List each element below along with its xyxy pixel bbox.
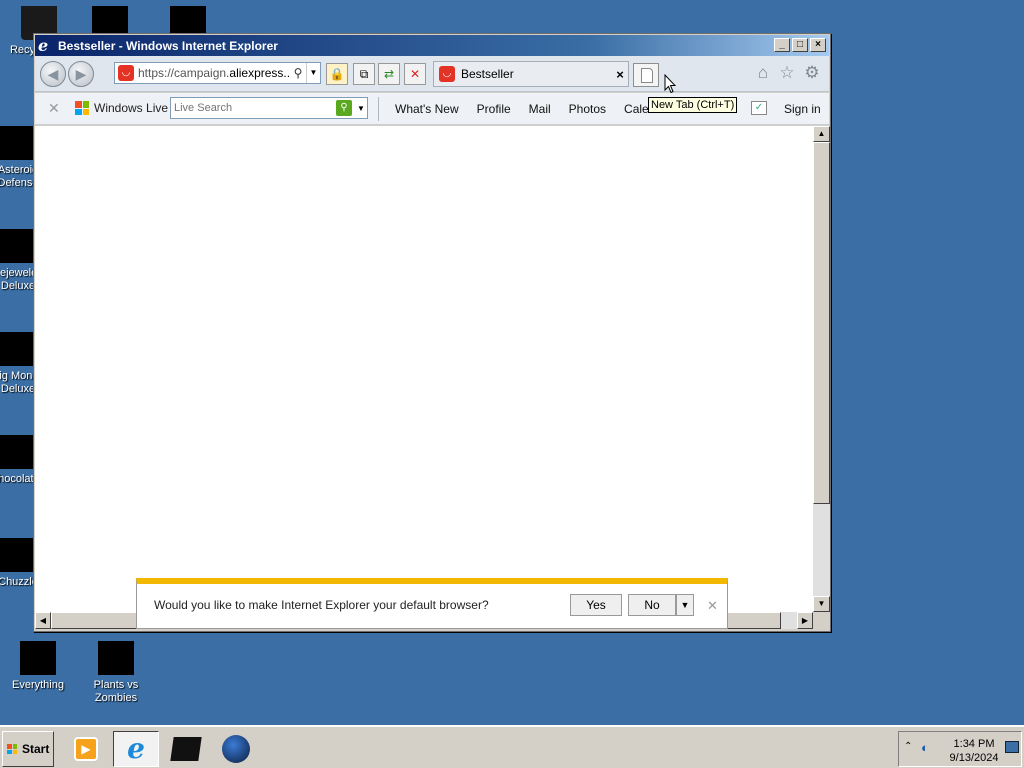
windows-logo-icon: [7, 744, 17, 754]
yes-button[interactable]: Yes: [570, 594, 622, 616]
taskbar-app-globe[interactable]: [213, 731, 259, 767]
taskbar-app-box[interactable]: [163, 731, 209, 767]
everything-icon: [20, 641, 56, 675]
new-tab-button[interactable]: [633, 63, 659, 87]
clock[interactable]: 1:34 PM 9/13/2024: [945, 737, 1003, 765]
home-icon[interactable]: ⌂: [753, 63, 773, 83]
desktop-icon-top-1[interactable]: [92, 6, 128, 34]
ie-logo-icon: e: [38, 35, 49, 55]
aliexpress-icon: ◡: [118, 65, 134, 81]
default-browser-notification: Would you like to make Internet Explorer…: [136, 578, 728, 629]
address-url: https://campaign.aliexpress...: [138, 66, 290, 80]
taskbar-media-player[interactable]: ▶: [63, 731, 109, 767]
system-tray: ⌃ ◐ 1:34 PM 9/13/2024: [898, 731, 1022, 767]
address-bar[interactable]: ◡ https://campaign.aliexpress... ⚲ ▼: [114, 62, 321, 84]
live-search-box[interactable]: ⚲ ▼: [170, 97, 368, 119]
taskbar-internet-explorer[interactable]: e: [113, 731, 159, 767]
live-links: What's New Profile Mail Photos Calendar: [395, 102, 691, 116]
checkmark-icon[interactable]: ✓: [751, 101, 767, 115]
navigation-bar: ◀ ▶ ◡ https://campaign.aliexpress... ⚲ ▼…: [35, 56, 829, 92]
toolbar-separator: [378, 97, 379, 121]
scroll-down-icon[interactable]: ▼: [813, 596, 830, 612]
plants-vs-zombies-icon: [98, 641, 134, 675]
title-bar[interactable]: e Bestseller - Windows Internet Explorer…: [35, 35, 829, 56]
page-content[interactable]: [35, 126, 813, 612]
compatibility-icon[interactable]: ⧉: [353, 63, 375, 85]
clock-date: 9/13/2024: [949, 752, 999, 764]
tab-title: Bestseller: [461, 67, 514, 81]
windows-flag-icon: [75, 101, 89, 115]
forward-button[interactable]: ▶: [68, 61, 94, 87]
show-desktop-icon[interactable]: [1005, 741, 1019, 753]
link-profile[interactable]: Profile: [477, 102, 511, 116]
search-icon[interactable]: ⚲: [290, 66, 306, 80]
internet-explorer-icon: e: [127, 732, 145, 765]
tab-close-button[interactable]: ×: [612, 67, 628, 82]
stop-icon[interactable]: ✕: [404, 63, 426, 85]
new-tab-tooltip: New Tab (Ctrl+T): [648, 97, 738, 113]
chocolatier-icon: [0, 435, 36, 469]
no-button[interactable]: No: [628, 594, 676, 616]
scroll-up-icon[interactable]: ▲: [813, 126, 830, 142]
media-player-icon: ▶: [74, 737, 98, 761]
minimize-button[interactable]: _: [774, 38, 790, 52]
tray-expand-icon[interactable]: ⌃: [904, 741, 912, 752]
globe-icon: [222, 735, 250, 763]
network-icon[interactable]: ◐: [921, 740, 929, 755]
gear-icon[interactable]: ⚙: [802, 63, 822, 83]
bejeweled-icon: [0, 229, 36, 263]
live-search-input[interactable]: [171, 102, 336, 114]
ie-window: e Bestseller - Windows Internet Explorer…: [33, 33, 831, 632]
box-app-icon: [170, 737, 202, 761]
toolbar-close-icon[interactable]: ✕: [48, 100, 60, 117]
desktop-icon-top-2[interactable]: [170, 6, 206, 34]
vertical-scroll-thumb[interactable]: [813, 142, 830, 504]
start-label: Start: [22, 742, 50, 756]
chuzzle-icon: [0, 538, 36, 572]
tab-bestseller[interactable]: ◡ Bestseller ×: [433, 61, 629, 87]
scroll-right-icon[interactable]: ▶: [797, 612, 813, 629]
vertical-scrollbar[interactable]: ▲ ▼: [813, 126, 830, 612]
sign-in-link[interactable]: Sign in: [784, 102, 821, 116]
scroll-left-icon[interactable]: ◀: [35, 612, 51, 629]
search-dropdown-icon[interactable]: ▼: [355, 104, 367, 113]
address-dropdown-icon[interactable]: ▼: [306, 63, 320, 83]
notification-close-icon[interactable]: ✕: [707, 598, 718, 614]
favorites-star-icon[interactable]: ☆: [777, 63, 797, 83]
refresh-icon[interactable]: ⇄: [378, 63, 400, 85]
lock-icon[interactable]: 🔒: [326, 63, 348, 85]
windows-live-brand[interactable]: Windows Live: [75, 101, 168, 115]
desktop-icon-everything[interactable]: Everything: [3, 641, 73, 692]
notification-message: Would you like to make Internet Explorer…: [154, 598, 489, 612]
taskbar: Start ▶ e ⌃ ◐ 1:34 PM 9/13/2024: [0, 725, 1024, 768]
windows-live-label: Windows Live: [94, 101, 169, 115]
link-whats-new[interactable]: What's New: [395, 102, 459, 116]
window-title: Bestseller - Windows Internet Explorer: [58, 38, 278, 53]
no-dropdown-icon[interactable]: ▼: [676, 594, 694, 616]
close-button[interactable]: ×: [810, 38, 826, 52]
big-money-icon: [0, 332, 36, 366]
back-button[interactable]: ◀: [40, 61, 66, 87]
maximize-button[interactable]: □: [792, 38, 808, 52]
mouse-cursor-icon: [664, 74, 676, 94]
asteroid-icon: [0, 126, 36, 160]
forward-arrow-icon: ▶: [75, 66, 87, 82]
start-button[interactable]: Start: [2, 731, 54, 767]
desktop-icon-plants-vs-zombies[interactable]: Plants vs Zombies: [81, 641, 151, 705]
link-photos[interactable]: Photos: [569, 102, 606, 116]
link-mail[interactable]: Mail: [529, 102, 551, 116]
back-arrow-icon: ◀: [47, 66, 59, 82]
clock-time: 1:34 PM: [953, 738, 995, 750]
search-go-icon[interactable]: ⚲: [336, 100, 352, 116]
aliexpress-tab-icon: ◡: [439, 66, 455, 82]
